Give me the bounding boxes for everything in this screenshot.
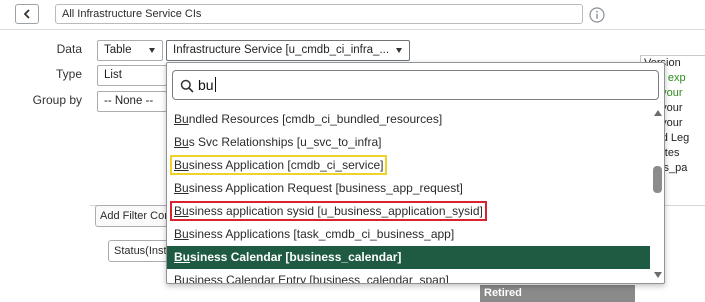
type-label: Type xyxy=(55,67,82,81)
search-result-item[interactable]: Bundled Resources [cmdb_ci_bundled_resou… xyxy=(167,108,650,131)
table-search-dropdown: bu Bundled Resources [cmdb_ci_bundled_re… xyxy=(166,62,665,284)
search-result-label: Business Calendar Entry [business_calend… xyxy=(174,273,449,284)
data-source-select[interactable]: Table xyxy=(97,40,163,61)
search-result-label: Business Application [cmdb_ci_service] xyxy=(169,155,388,175)
search-result-label: Business Application Request [business_a… xyxy=(174,181,463,195)
search-input-value: bu xyxy=(198,77,216,93)
group-by-value: -- None -- xyxy=(104,95,154,107)
group-by-select[interactable]: -- None -- xyxy=(97,91,167,112)
scroll-down-arrow-icon[interactable] xyxy=(654,272,662,278)
type-select-value: List xyxy=(104,69,122,81)
search-result-label: Business Applications [task_cmdb_ci_busi… xyxy=(174,227,455,241)
data-label: Data xyxy=(56,42,82,56)
search-result-item[interactable]: Business Application Request [business_a… xyxy=(167,177,650,200)
search-icon xyxy=(180,79,194,93)
search-result-label: Business application sysid [u_business_a… xyxy=(170,201,487,221)
search-result-label: Bundled Resources [cmdb_ci_bundled_resou… xyxy=(174,112,443,126)
search-result-item[interactable]: Business Application [cmdb_ci_service] xyxy=(167,154,650,177)
report-header: All Infrastructure Service CIs xyxy=(0,0,705,30)
table-select[interactable]: Infrastructure Service [u_cmdb_ci_infra_… xyxy=(166,40,410,61)
search-result-item[interactable]: Business application sysid [u_business_a… xyxy=(167,200,650,223)
data-source-value: Table xyxy=(104,44,132,56)
chevron-left-icon xyxy=(23,9,30,19)
type-select[interactable]: List xyxy=(97,65,167,86)
report-title-input[interactable]: All Infrastructure Service CIs xyxy=(55,4,583,24)
table-search-input[interactable]: bu xyxy=(172,70,659,100)
chevron-down-icon xyxy=(149,48,155,53)
search-result-item[interactable]: Business Calendar Entry [business_calend… xyxy=(167,269,650,284)
chevron-down-icon xyxy=(396,48,402,53)
retired-value-option[interactable]: Retired xyxy=(480,285,635,302)
search-result-item[interactable]: Business Applications [task_cmdb_ci_busi… xyxy=(167,223,650,246)
group-by-label: Group by xyxy=(32,93,82,107)
search-result-label: Business Calendar [business_calendar] xyxy=(174,250,402,264)
table-select-value: Infrastructure Service [u_cmdb_ci_infra_… xyxy=(173,44,390,56)
search-result-item[interactable]: Business Calendar [business_calendar] xyxy=(167,246,650,269)
search-results-list: Bundled Resources [cmdb_ci_bundled_resou… xyxy=(167,108,650,284)
dropdown-scrollbar[interactable] xyxy=(651,108,664,283)
scroll-up-arrow-icon[interactable] xyxy=(654,110,662,116)
add-filter-condition-button[interactable]: Add Filter Cor xyxy=(95,205,175,227)
back-button[interactable] xyxy=(15,4,39,24)
scroll-thumb[interactable] xyxy=(653,166,662,193)
search-result-label: Bus Svc Relationships [u_svc_to_infra] xyxy=(174,135,382,149)
info-icon[interactable] xyxy=(589,7,605,23)
text-cursor xyxy=(214,77,216,92)
search-result-item[interactable]: Bus Svc Relationships [u_svc_to_infra] xyxy=(167,131,650,154)
